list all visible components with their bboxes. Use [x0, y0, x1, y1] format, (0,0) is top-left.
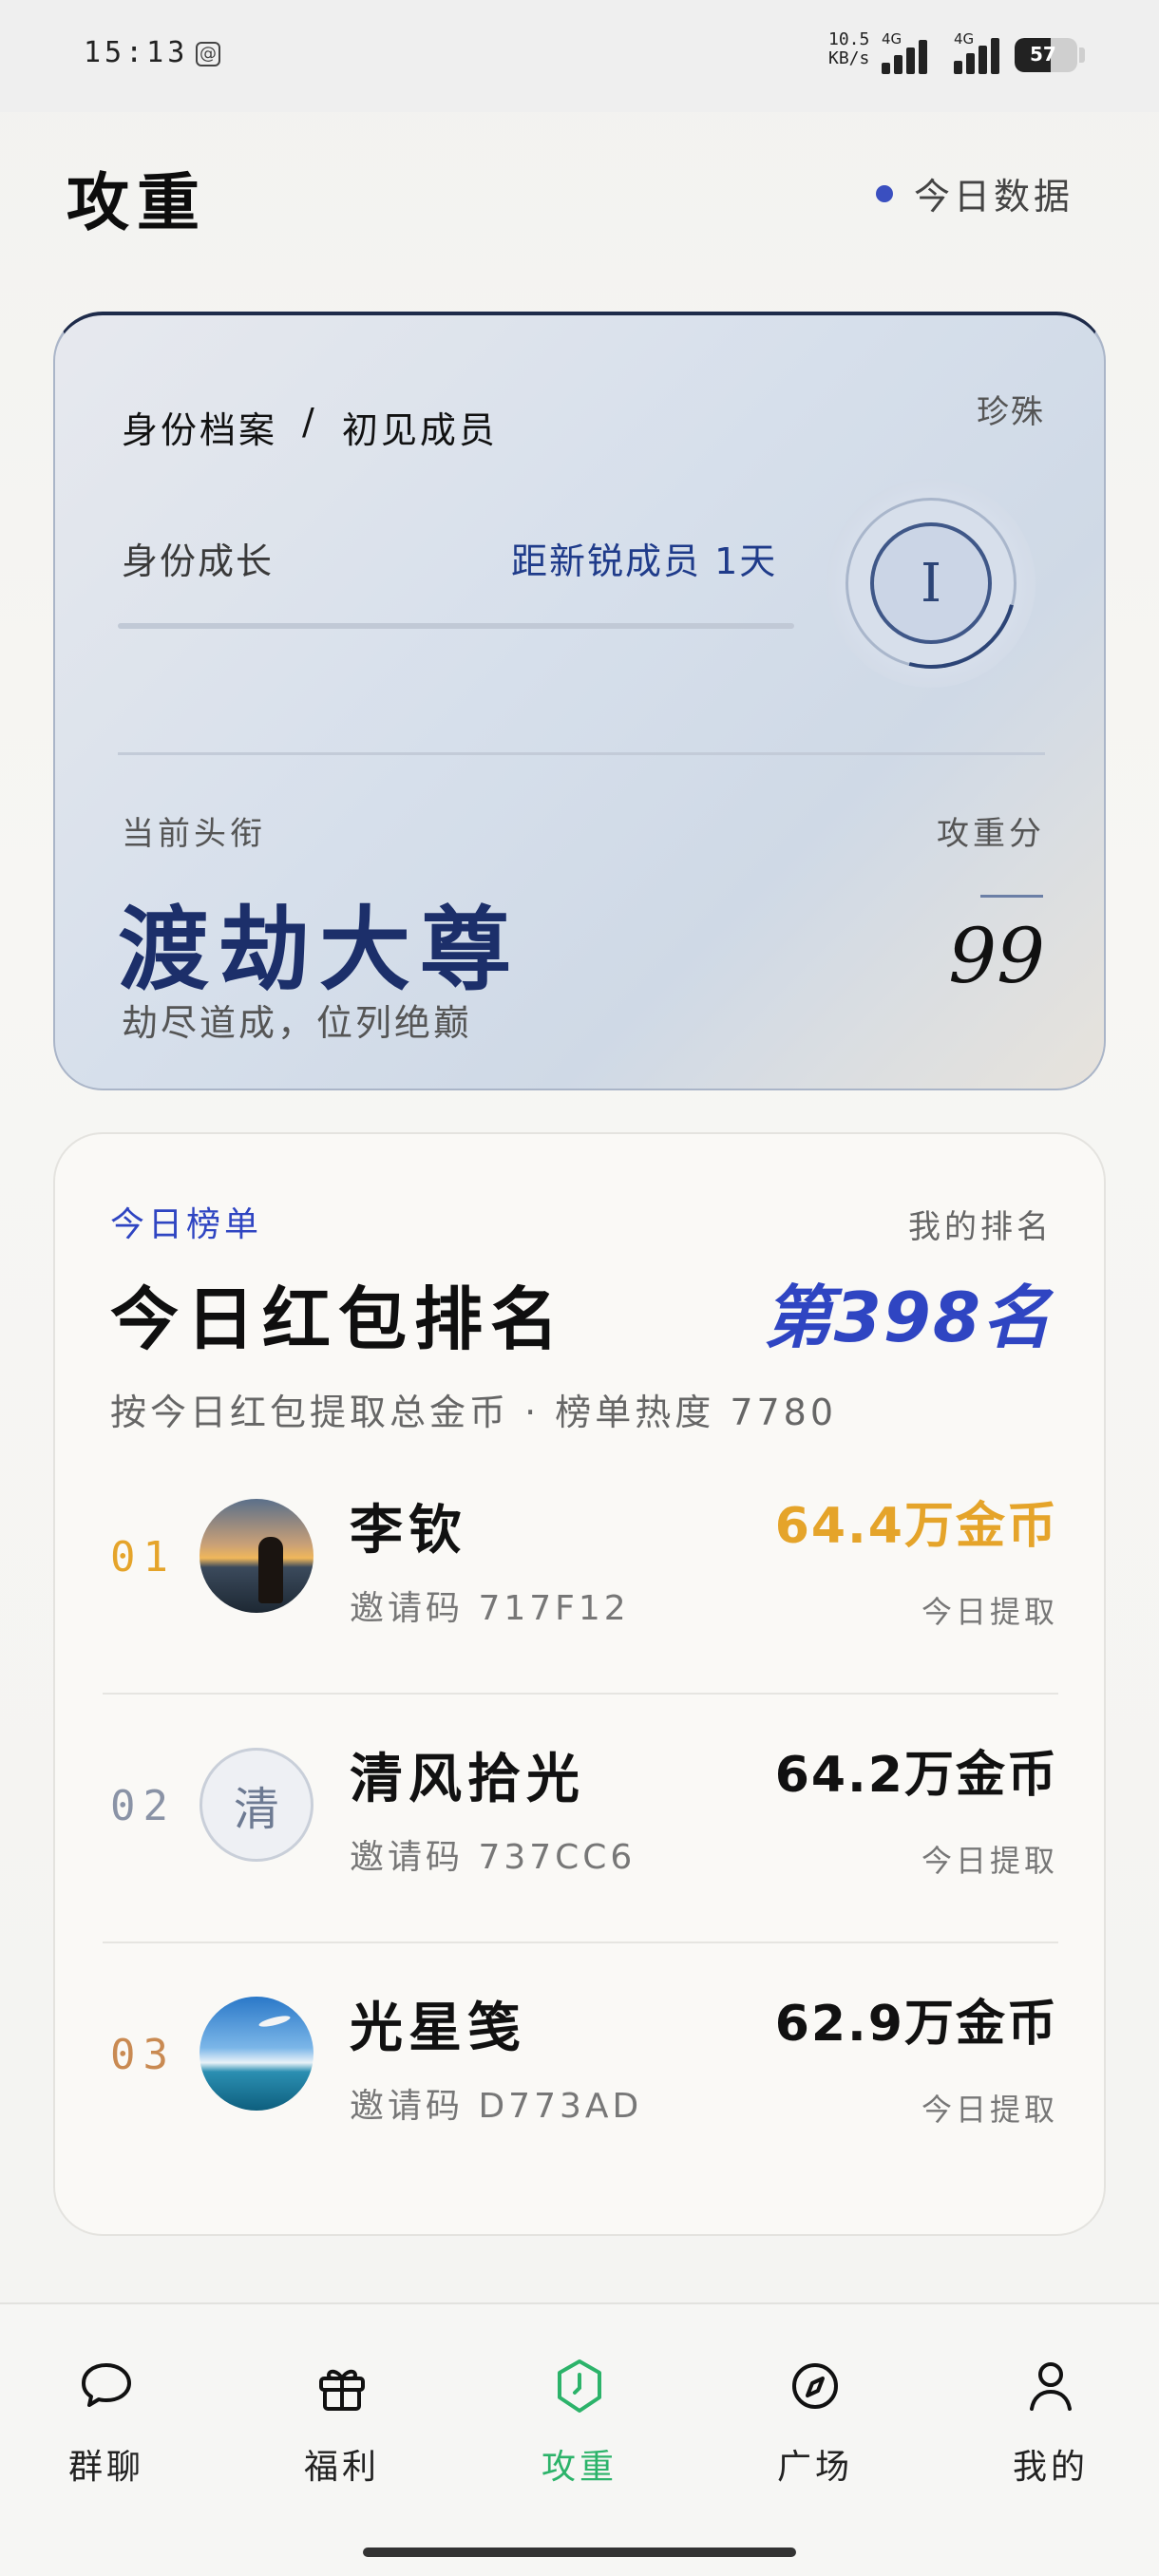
nav-item-mine[interactable]: 我的 [975, 2356, 1127, 2489]
accent-dot-icon [875, 184, 893, 202]
rank-number: 01 [110, 1533, 176, 1582]
nav-label: 攻重 [541, 2448, 618, 2487]
amount-caption: 今日提取 [921, 2092, 1058, 2128]
user-name: 李钦 [350, 1500, 467, 1562]
current-title-label: 当前头衔 [122, 815, 266, 853]
score-underline [980, 895, 1043, 898]
rank-number: 02 [110, 1782, 176, 1830]
network-speed-unit: KB/s [828, 48, 870, 68]
battery-icon: 57 [1015, 38, 1077, 72]
compass-icon [792, 2363, 838, 2409]
my-rank-value: 第398名 [763, 1278, 1053, 1357]
battery-level: 57 [1030, 43, 1056, 66]
person-icon [1030, 2362, 1072, 2411]
breadcrumb: 身份档案 / 初见成员 [122, 401, 498, 453]
level-badge: I [870, 522, 992, 644]
user-name: 光星笺 [350, 1998, 526, 2059]
breadcrumb-separator: / [302, 401, 317, 443]
ranking-row-2[interactable]: 02 清 清风拾光 邀请码 737CC6 64.2万金币 今日提取 [103, 1696, 1058, 1943]
invite-code: 邀请码 717F12 [350, 1589, 630, 1628]
nav-item-group-chat[interactable]: 群聊 [30, 2356, 182, 2489]
avatar [200, 1997, 314, 2111]
bottom-nav: 群聊 福利 攻重 广场 我的 [0, 2302, 1159, 2576]
growth-label: 身份成长 [122, 540, 275, 582]
user-name: 清风拾光 [350, 1749, 585, 1810]
growth-hint: 距新锐成员 1天 [511, 540, 778, 582]
my-rank-label: 我的排名 [908, 1208, 1053, 1246]
growth-progress-bar [118, 623, 794, 629]
network-speed: 10.5 KB/s [828, 30, 869, 68]
avatar: 清 [200, 1748, 314, 1862]
status-time: 15:13 [84, 36, 189, 69]
nav-item-welfare[interactable]: 福利 [266, 2356, 418, 2489]
today-data-label: 今日数据 [913, 176, 1074, 218]
coin-amount: 64.2万金币 [774, 1747, 1058, 1804]
nav-item-plaza[interactable]: 广场 [739, 2356, 891, 2489]
nav-item-home[interactable]: 攻重 [504, 2356, 656, 2489]
ranking-row-3[interactable]: 03 光星笺 邀请码 D773AD 62.9万金币 今日提取 [103, 1945, 1058, 2192]
chat-bubble-icon [82, 2363, 131, 2407]
status-bar: 15:13 @ 10.5 KB/s 4G 4G 57 [0, 0, 1159, 112]
ranking-row-1[interactable]: 01 李钦 邀请码 717F12 64.4万金币 今日提取 [103, 1448, 1058, 1695]
current-title-name: 渡劫大尊 [118, 897, 521, 1003]
gift-icon [319, 2369, 365, 2411]
network-speed-value: 10.5 [828, 29, 870, 49]
current-title-description: 劫尽道成，位列绝巅 [122, 1002, 473, 1044]
home-indicator[interactable] [363, 2548, 796, 2557]
rarity-badge: 珍殊 [977, 393, 1045, 431]
invite-code: 邀请码 D773AD [350, 2087, 643, 2126]
level-indicator: I [814, 466, 1048, 700]
today-data-link[interactable]: 今日数据 [875, 167, 1074, 219]
rank-number: 03 [110, 2031, 176, 2079]
score-value: 99 [948, 912, 1045, 1000]
ranking-subtitle: 按今日红包提取总金币 · 榜单热度 7780 [110, 1392, 838, 1433]
battery-tip [1079, 47, 1085, 63]
breadcrumb-member-level: 初见成员 [341, 409, 498, 451]
nav-label: 广场 [776, 2448, 853, 2487]
signal-type-label-2: 4G [954, 30, 975, 47]
ranking-card: 今日榜单 我的排名 今日红包排名 第398名 按今日红包提取总金币 · 榜单热度… [53, 1132, 1106, 2236]
nav-label: 群聊 [67, 2448, 144, 2487]
page-title: 攻重 [66, 166, 207, 239]
amount-caption: 今日提取 [921, 1843, 1058, 1879]
signal-type-label: 4G [882, 30, 902, 47]
card-divider [118, 752, 1045, 755]
signal-strength-icon-2: 4G [954, 30, 1003, 74]
invite-code: 邀请码 737CC6 [350, 1838, 636, 1877]
score-label: 攻重分 [937, 815, 1045, 853]
avatar [200, 1499, 314, 1613]
hexagon-clock-icon [558, 2359, 601, 2413]
notification-at-icon: @ [196, 42, 220, 66]
nav-label: 我的 [1012, 2448, 1089, 2487]
coin-amount: 64.4万金币 [774, 1498, 1058, 1555]
coin-amount: 62.9万金币 [774, 1996, 1058, 2053]
amount-caption: 今日提取 [921, 1594, 1058, 1630]
signal-strength-icon: 4G [882, 30, 940, 74]
nav-label: 福利 [303, 2448, 380, 2487]
ranking-title: 今日红包排名 [110, 1279, 567, 1359]
identity-card[interactable]: 身份档案 / 初见成员 珍殊 身份成长 距新锐成员 1天 I 当前头衔 攻重分 … [53, 312, 1106, 1090]
breadcrumb-profile: 身份档案 [122, 409, 278, 451]
ranking-tag: 今日榜单 [110, 1205, 263, 1244]
